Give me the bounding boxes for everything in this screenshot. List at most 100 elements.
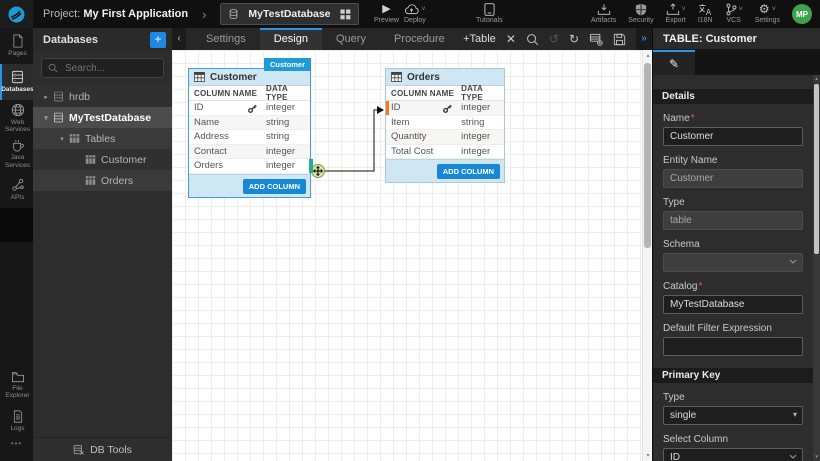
scroll-up-icon[interactable]: ▴ xyxy=(813,76,820,82)
logs-icon xyxy=(12,410,24,423)
rail-item-pages[interactable]: Pages xyxy=(0,28,33,64)
export-button[interactable]: ˅ Export xyxy=(666,2,686,24)
tree-item-hrdb[interactable]: ▸ hrdb xyxy=(33,86,172,107)
section-primary-key: Primary Key xyxy=(653,368,813,383)
save-icon[interactable] xyxy=(613,33,626,46)
database-icon xyxy=(228,8,239,20)
zoom-search-icon[interactable] xyxy=(526,33,539,46)
scrollbar-thumb[interactable] xyxy=(644,63,651,248)
schema-select[interactable] xyxy=(653,253,813,272)
column-row[interactable]: Item string xyxy=(386,116,504,131)
panel-title: Databases xyxy=(43,34,98,46)
add-database-button[interactable]: + xyxy=(150,32,166,48)
tab-procedure[interactable]: Procedure xyxy=(380,28,459,50)
er-diagram-canvas[interactable]: Customer Customer COLUMN NAME DATA TYPE … xyxy=(172,50,652,461)
rail-item-java-services[interactable]: Java Services xyxy=(0,136,33,172)
scroll-down-icon[interactable]: ▾ xyxy=(813,454,820,460)
properties-tabs: ✎ xyxy=(653,50,820,75)
i18n-button[interactable]: A I18N xyxy=(698,2,713,24)
name-field[interactable] xyxy=(663,127,803,146)
canvas-scrollbar[interactable]: ▴ ▾ xyxy=(642,50,652,461)
tree-item-customer[interactable]: Customer xyxy=(33,149,172,170)
app-window: Project: My First Application › MyTestDa… xyxy=(0,0,820,461)
rail-item-logs[interactable]: Logs xyxy=(0,403,33,439)
rail-item-apis[interactable]: APIs xyxy=(0,172,33,208)
column-row[interactable]: Orders integer xyxy=(189,159,310,174)
app-logo[interactable] xyxy=(0,0,33,28)
scrollbar-thumb[interactable] xyxy=(814,84,819,254)
close-icon[interactable]: ✕ xyxy=(506,33,516,45)
database-icon xyxy=(53,91,64,102)
filter-expression-field[interactable] xyxy=(663,337,803,356)
databases-panel-header: Databases + xyxy=(33,28,172,52)
update-database-icon[interactable] xyxy=(589,33,603,46)
column-headers: COLUMN NAME DATA TYPE xyxy=(189,86,310,101)
toolbar-actions: +Table ✕ ↺ ↻ » xyxy=(463,28,652,50)
column-row-id[interactable]: ID integer xyxy=(386,101,504,116)
entity-name-label: Entity Name xyxy=(663,155,803,166)
column-row[interactable]: Total Cost integer xyxy=(386,145,504,160)
editor-tabs: Settings Design Query Procedure xyxy=(192,28,459,50)
column-row[interactable]: Quantity integer xyxy=(386,130,504,145)
collapse-panel-button[interactable]: ‹ xyxy=(172,28,186,50)
add-column-button[interactable]: ADD COLUMN xyxy=(243,179,306,194)
search-input[interactable] xyxy=(63,62,157,75)
artifacts-button[interactable]: Artifacts xyxy=(591,2,616,24)
design-toolbar: ‹ Settings Design Query Procedure +Table… xyxy=(172,28,652,50)
properties-scrollbar[interactable]: ▴ ▾ xyxy=(813,75,820,461)
catalog-field[interactable] xyxy=(663,295,803,314)
expand-right-panel-button[interactable]: » xyxy=(636,28,652,50)
type-label: Type xyxy=(663,197,803,208)
open-database-tab[interactable]: MyTestDatabase xyxy=(220,3,358,25)
tab-query[interactable]: Query xyxy=(322,28,380,50)
dashboard-grid-icon[interactable] xyxy=(340,9,351,20)
vcs-button[interactable]: ˅ VCS xyxy=(725,2,743,24)
deploy-button[interactable]: ˅ Deploy xyxy=(404,2,426,24)
undo-icon[interactable]: ↺ xyxy=(549,33,559,45)
tree-item-mytestdatabase[interactable]: ▾ MyTestDatabase xyxy=(33,107,172,128)
add-table-button[interactable]: +Table xyxy=(463,33,496,45)
tab-design[interactable]: Design xyxy=(260,28,322,50)
export-upload-icon xyxy=(666,3,680,16)
tutorials-button[interactable]: Tutorials xyxy=(476,2,503,24)
table-icon xyxy=(85,154,96,165)
database-tree: ▸ hrdb ▾ MyTestDatabase ▾ Tables Custome… xyxy=(33,86,172,191)
column-row[interactable]: Contact integer xyxy=(189,145,310,160)
entity-table-orders[interactable]: Orders COLUMN NAME DATA TYPE ID integer … xyxy=(385,68,505,183)
column-row-id[interactable]: ID integer xyxy=(189,101,310,116)
settings-button[interactable]: ⚙ ˅ Settings xyxy=(755,2,780,24)
edit-tab[interactable]: ✎ xyxy=(653,50,695,75)
gear-icon: ⚙ xyxy=(759,3,770,15)
rail-item-file-explorer[interactable]: File Explorer xyxy=(0,367,33,403)
relation-anchor-bar[interactable] xyxy=(309,159,313,173)
tree-expanded-icon[interactable]: ▾ xyxy=(57,135,67,143)
entity-table-customer[interactable]: Customer Customer COLUMN NAME DATA TYPE … xyxy=(188,68,311,198)
user-avatar[interactable]: MP xyxy=(792,4,812,24)
column-row[interactable]: Address string xyxy=(189,130,310,145)
db-tools-button[interactable]: DB Tools xyxy=(33,437,172,461)
rail-item-web-services[interactable]: Web Services xyxy=(0,100,33,136)
entity-name-field[interactable] xyxy=(663,169,803,188)
more-options-icon[interactable]: ••• xyxy=(0,439,33,457)
name-label: Name* xyxy=(663,113,803,124)
table-properties-panel: TABLE: Customer ✎ Details Name* Entity N… xyxy=(652,28,820,461)
redo-icon[interactable]: ↻ xyxy=(569,33,579,45)
pk-type-select[interactable]: ▾ xyxy=(653,406,813,425)
chevron-down-icon: ˅ xyxy=(682,6,686,13)
add-column-button[interactable]: ADD COLUMN xyxy=(437,164,500,179)
pk-column-select[interactable] xyxy=(653,448,813,461)
type-field[interactable] xyxy=(663,211,803,230)
breadcrumb-chevron-icon: › xyxy=(202,7,206,22)
tree-expanded-icon[interactable]: ▾ xyxy=(41,114,51,122)
rail-item-databases[interactable]: Databases xyxy=(0,64,33,100)
tree-collapsed-icon[interactable]: ▸ xyxy=(41,93,51,101)
column-row[interactable]: Name string xyxy=(189,116,310,131)
security-button[interactable]: Security xyxy=(628,2,653,24)
project-name: My First Application xyxy=(83,8,188,20)
table-grid-icon xyxy=(391,72,402,82)
tree-item-orders[interactable]: Orders xyxy=(33,170,172,191)
search-box[interactable] xyxy=(41,58,164,78)
tree-item-tables[interactable]: ▾ Tables xyxy=(33,128,172,149)
tab-settings[interactable]: Settings xyxy=(192,28,260,50)
preview-button[interactable]: ▶ Preview xyxy=(374,2,399,24)
